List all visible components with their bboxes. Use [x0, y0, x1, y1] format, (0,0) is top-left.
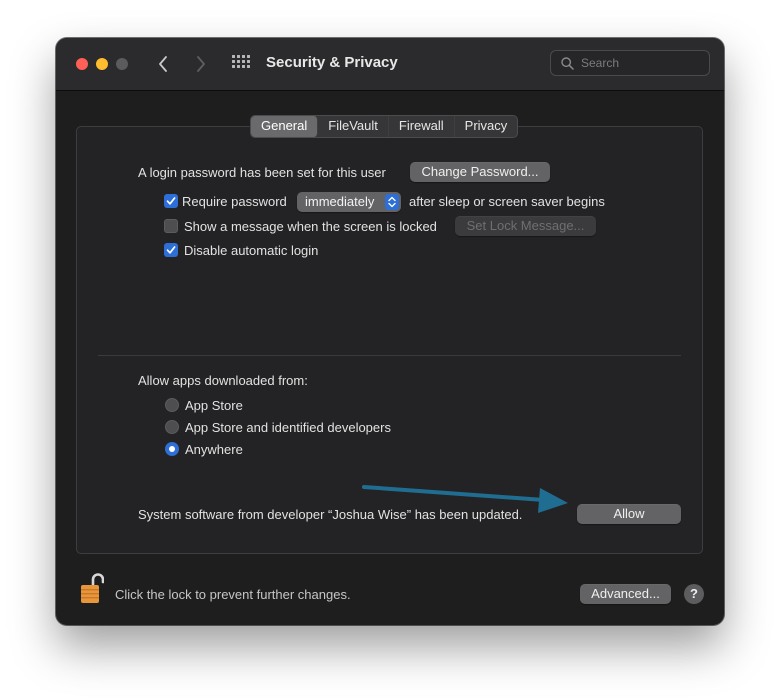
search-input[interactable] — [581, 55, 701, 71]
close-button[interactable] — [76, 58, 88, 70]
search-field[interactable] — [550, 50, 710, 76]
login-password-label: A login password has been set for this u… — [138, 165, 386, 180]
chevron-left-icon — [159, 56, 167, 72]
tab-privacy[interactable]: Privacy — [455, 116, 518, 137]
chevron-right-icon — [197, 56, 205, 72]
advanced-button[interactable]: Advanced... — [580, 584, 671, 604]
radio-anywhere[interactable] — [165, 442, 179, 456]
zoom-button[interactable] — [116, 58, 128, 70]
allow-apps-heading: Allow apps downloaded from: — [138, 373, 308, 388]
tab-bar: General FileVault Firewall Privacy — [250, 115, 519, 138]
radio-app-store[interactable] — [165, 398, 179, 412]
forward-button[interactable] — [189, 51, 213, 77]
system-software-message: System software from developer “Joshua W… — [138, 507, 523, 522]
tab-general[interactable]: General — [251, 116, 319, 137]
radio-identified-developers-label: App Store and identified developers — [185, 420, 391, 435]
window-title: Security & Privacy — [266, 54, 398, 71]
help-button[interactable]: ? — [684, 584, 704, 604]
tab-firewall[interactable]: Firewall — [389, 116, 455, 137]
checkmark-icon — [166, 246, 176, 254]
disable-auto-login-label: Disable automatic login — [184, 243, 319, 258]
radio-anywhere-label: Anywhere — [185, 442, 243, 457]
popup-selected-value: immediately — [305, 194, 375, 209]
search-icon — [561, 57, 574, 70]
lock-status-text: Click the lock to prevent further change… — [115, 587, 351, 602]
tab-filevault[interactable]: FileVault — [318, 116, 389, 137]
radio-app-store-label: App Store — [185, 398, 243, 413]
back-button[interactable] — [151, 51, 175, 77]
preferences-window: Security & Privacy General FileVault Fir… — [56, 38, 724, 625]
minimize-button[interactable] — [96, 58, 108, 70]
change-password-button[interactable]: Change Password... — [410, 162, 550, 182]
stepper-icon — [385, 194, 399, 210]
section-divider — [98, 355, 681, 356]
require-password-checkbox[interactable] — [164, 194, 178, 208]
show-message-checkbox[interactable] — [164, 219, 178, 233]
require-password-suffix: after sleep or screen saver begins — [409, 194, 605, 209]
unlocked-padlock-icon[interactable] — [80, 573, 105, 605]
title-bar: Security & Privacy — [56, 38, 724, 91]
show-message-label: Show a message when the screen is locked — [184, 219, 437, 234]
set-lock-message-button[interactable]: Set Lock Message... — [455, 216, 596, 236]
disable-auto-login-checkbox[interactable] — [164, 243, 178, 257]
checkmark-icon — [166, 197, 176, 205]
require-password-delay-popup[interactable]: immediately — [297, 192, 401, 212]
allow-button[interactable]: Allow — [577, 504, 681, 524]
radio-identified-developers[interactable] — [165, 420, 179, 434]
grid-icon[interactable] — [232, 55, 252, 71]
require-password-label: Require password — [182, 194, 287, 209]
